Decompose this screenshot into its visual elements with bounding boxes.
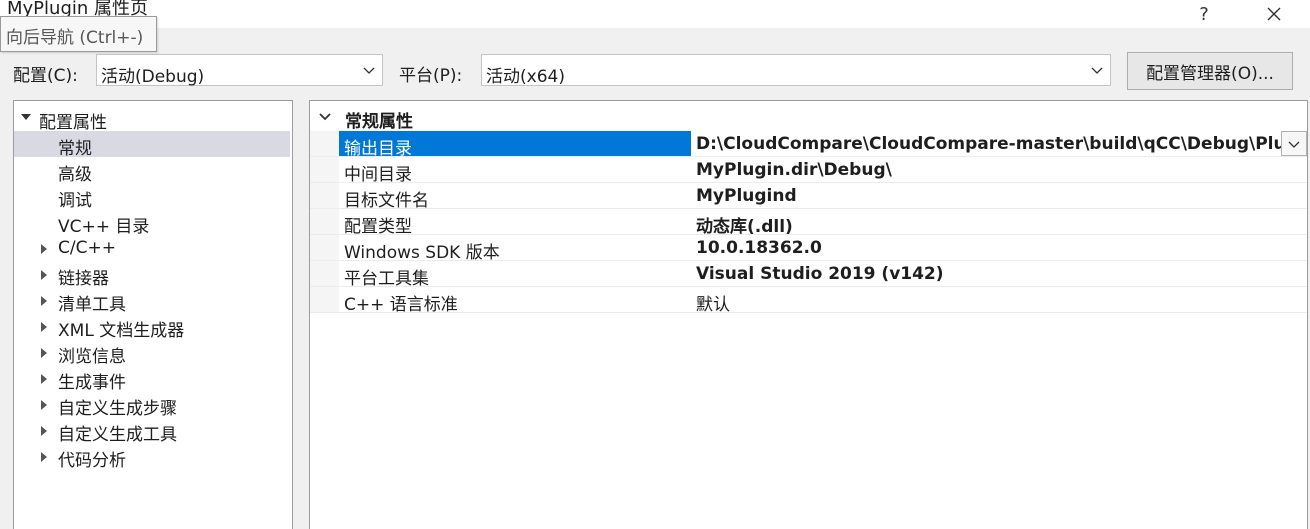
tree-item-label: C/C++ <box>58 238 116 258</box>
property-value-text: 默认 <box>696 295 730 312</box>
collapsed-triangle-icon <box>41 322 47 332</box>
property-value[interactable]: 默认 <box>692 287 1307 312</box>
tree-item[interactable]: 自定义生成工具 <box>14 417 290 445</box>
property-value-text: 10.0.18362.0 <box>696 238 822 258</box>
configuration-manager-button[interactable]: 配置管理器(O)... <box>1127 52 1293 90</box>
tree-item-label: 高级 <box>58 165 92 185</box>
back-navigation-tooltip: 向后导航 (Ctrl+-) <box>0 16 157 52</box>
tree-item-label: 清单工具 <box>58 295 126 315</box>
property-name: 中间目录 <box>344 165 412 185</box>
tree-item-label: 浏览信息 <box>58 347 126 367</box>
property-tree: 配置属性 常规高级调试 VC++ 目录 C/C++ 链接器清单工具 XML 文档生成器浏… <box>13 100 293 529</box>
tree-item[interactable]: 生成事件 <box>14 365 290 393</box>
chevron-down-icon <box>363 67 375 74</box>
tree-item[interactable]: 高级 <box>14 157 290 185</box>
group-general-properties[interactable]: 常规属性 <box>310 105 1307 132</box>
help-button[interactable]: ? <box>1181 0 1227 28</box>
tree-item-label: 生成事件 <box>58 373 126 393</box>
tree-item-label: 常规 <box>58 139 92 159</box>
property-row[interactable]: Windows SDK 版本 10.0.18362.0 <box>310 235 1307 263</box>
property-value[interactable]: MyPlugin.dir\Debug\ <box>692 157 1307 182</box>
config-combo-value: 活动(Debug) <box>101 67 205 87</box>
platform-combo-value: 活动(x64) <box>486 67 565 87</box>
tree-item-label: XML 文档生成器 <box>58 321 185 341</box>
property-value-text: Visual Studio 2019 (v142) <box>696 264 944 284</box>
property-value[interactable]: D:\CloudCompare\CloudCompare-master\buil… <box>692 131 1307 156</box>
property-row[interactable]: 输出目录 D:\CloudCompare\CloudCompare-master\… <box>310 131 1307 159</box>
property-value-text: 动态库(.dll) <box>696 217 793 234</box>
tree-item[interactable]: VC++ 目录 <box>14 209 290 237</box>
tree-item-label: 自定义生成工具 <box>58 425 177 445</box>
tree-item-label: 调试 <box>58 191 92 211</box>
collapsed-triangle-icon <box>41 426 47 436</box>
tree-item[interactable]: 代码分析 <box>14 443 290 471</box>
property-value[interactable]: Visual Studio 2019 (v142) <box>692 261 1307 286</box>
property-row[interactable]: 中间目录 MyPlugin.dir\Debug\ <box>310 157 1307 185</box>
collapsed-triangle-icon <box>41 348 47 358</box>
property-value-text: MyPlugind <box>696 186 797 206</box>
tree-item[interactable]: 链接器 <box>14 261 290 289</box>
expanded-triangle-icon <box>21 114 31 120</box>
platform-label: 平台(P): <box>399 66 463 86</box>
property-name: C++ 语言标准 <box>344 295 458 315</box>
title-bar: MyPlugin 属性页 ? <box>0 0 1310 28</box>
platform-combo[interactable]: 活动(x64) <box>481 54 1111 87</box>
property-value-text: D:\CloudCompare\CloudCompare-master\buil… <box>696 134 1286 154</box>
group-title: 常规属性 <box>345 112 413 132</box>
tree-item[interactable]: C/C++ <box>14 235 290 261</box>
property-value-text: MyPlugin.dir\Debug\ <box>696 160 892 180</box>
tree-item-label: 代码分析 <box>58 451 126 471</box>
tree-item[interactable]: 清单工具 <box>14 287 290 315</box>
tree-item[interactable]: XML 文档生成器 <box>14 313 290 341</box>
collapsed-triangle-icon <box>41 400 47 410</box>
collapsed-triangle-icon <box>41 244 47 254</box>
config-combo[interactable]: 活动(Debug) <box>96 54 383 87</box>
tree-item[interactable]: 浏览信息 <box>14 339 290 367</box>
collapsed-triangle-icon <box>41 452 47 462</box>
property-value[interactable]: 动态库(.dll) <box>692 209 1307 234</box>
property-name: 目标文件名 <box>344 191 429 211</box>
tree-item[interactable]: 调试 <box>14 183 290 211</box>
value-dropdown-button[interactable] <box>1281 131 1307 156</box>
property-row[interactable]: C++ 语言标准 默认 <box>310 287 1307 315</box>
tree-root-config-properties[interactable]: 配置属性 <box>14 105 290 133</box>
config-label: 配置(C): <box>13 66 78 86</box>
property-row[interactable]: 平台工具集 Visual Studio 2019 (v142) <box>310 261 1307 289</box>
property-name: Windows SDK 版本 <box>344 243 500 263</box>
tree-item-label: 链接器 <box>58 269 109 289</box>
property-value[interactable]: MyPlugind <box>692 183 1307 208</box>
tree-item[interactable]: 常规 <box>14 131 290 159</box>
close-button[interactable] <box>1251 0 1297 28</box>
chevron-down-icon <box>1288 141 1300 148</box>
collapsed-triangle-icon <box>41 374 47 384</box>
chevron-down-icon <box>1091 67 1103 74</box>
collapsed-triangle-icon <box>41 270 47 280</box>
tree-item-label: 自定义生成步骤 <box>58 399 177 419</box>
property-value[interactable]: 10.0.18362.0 <box>692 235 1307 260</box>
chevron-down-icon <box>319 113 331 121</box>
property-name: 平台工具集 <box>344 269 429 289</box>
property-name: 配置类型 <box>344 217 412 237</box>
property-name: 输出目录 <box>339 131 691 159</box>
property-grid: 常规属性 输出目录 D:\CloudCompare\CloudCompare-ma… <box>309 100 1308 529</box>
close-icon <box>1267 7 1281 21</box>
tree-item-label: VC++ 目录 <box>58 217 150 237</box>
property-row[interactable]: 配置类型 动态库(.dll) <box>310 209 1307 237</box>
tree-root-label: 配置属性 <box>39 113 107 133</box>
collapsed-triangle-icon <box>41 296 47 306</box>
property-row[interactable]: 目标文件名 MyPlugind <box>310 183 1307 211</box>
tree-item[interactable]: 自定义生成步骤 <box>14 391 290 419</box>
